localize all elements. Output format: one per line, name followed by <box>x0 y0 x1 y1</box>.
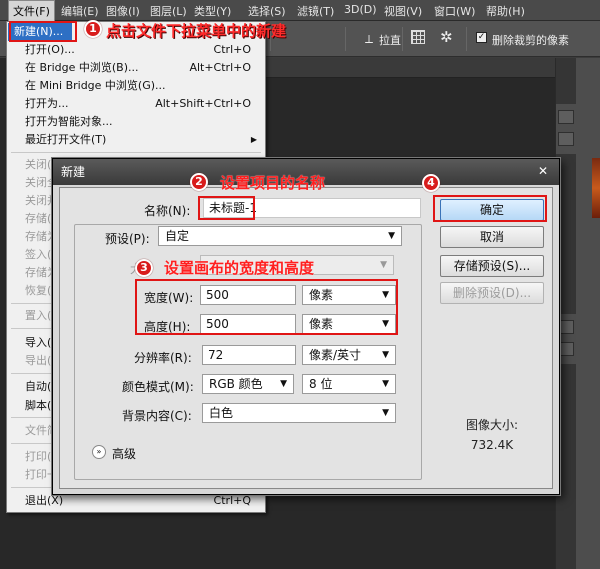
toolbar-divider <box>466 27 467 51</box>
panel-icon[interactable] <box>558 110 574 124</box>
delete-cropped-label: 删除裁剪的像素 <box>492 34 569 47</box>
background-contents-select[interactable]: 白色 ▼ <box>202 403 396 423</box>
preset-label: 预设(P): <box>105 232 150 246</box>
chevron-down-icon: ▼ <box>382 379 389 389</box>
panel-icon[interactable] <box>558 342 574 356</box>
menu-3d[interactable]: 3D(D) <box>344 3 377 16</box>
document-tab-strip <box>266 58 555 78</box>
name-label: 名称(N): <box>144 204 191 218</box>
menu-help[interactable]: 帮助(H) <box>486 3 525 19</box>
straighten-icon[interactable]: ⟂ <box>365 32 373 47</box>
chevron-down-icon: ▼ <box>382 350 389 360</box>
resolution-value: 72 <box>208 348 224 362</box>
chevron-down-icon: ▼ <box>280 379 287 389</box>
highlight-box-name-field <box>198 196 255 220</box>
submenu-arrow-icon: ▶ <box>250 135 257 144</box>
menu-item-open[interactable]: 打开(O)... Ctrl+O <box>7 41 265 59</box>
step-badge-1: 1 <box>84 20 102 38</box>
menu-item-browse-mini-bridge[interactable]: 在 Mini Bridge 中浏览(G)... <box>7 77 265 95</box>
menu-edit[interactable]: 编辑(E) <box>61 3 99 19</box>
resolution-label: 分辨率(R): <box>134 351 192 365</box>
resolution-unit-select[interactable]: 像素/英寸 ▼ <box>302 345 396 365</box>
step-callout-1: 点击文件下拉菜单中的新建 <box>106 22 287 40</box>
advanced-label[interactable]: 高级 <box>112 445 136 462</box>
menu-item-open-as[interactable]: 打开为... Alt+Shift+Ctrl+O <box>7 95 265 113</box>
panel-icon[interactable] <box>558 132 574 146</box>
menu-window[interactable]: 窗口(W) <box>434 3 475 19</box>
right-panel-dock <box>555 58 600 569</box>
menu-select[interactable]: 选择(S) <box>248 3 286 19</box>
highlight-box-new-menu <box>9 21 77 42</box>
toolbar-divider <box>345 27 346 51</box>
advanced-toggle-icon[interactable]: » <box>92 445 106 459</box>
menu-image[interactable]: 图像(I) <box>106 3 140 19</box>
step-callout-2: 设置项目的名称 <box>220 174 326 192</box>
menu-item-open-smart-object[interactable]: 打开为智能对象... <box>7 113 265 131</box>
menu-separator <box>11 152 261 153</box>
step-badge-3: 3 <box>135 259 153 277</box>
close-icon[interactable]: ✕ <box>533 162 553 180</box>
highlight-box-width-height <box>135 279 398 335</box>
menu-filter[interactable]: 滤镜(T) <box>297 3 334 19</box>
menu-item-browse-bridge[interactable]: 在 Bridge 中浏览(B)... Alt+Ctrl+O <box>7 59 265 77</box>
dialog-title: 新建 <box>61 165 86 179</box>
chevron-down-icon: ▼ <box>382 408 389 418</box>
straighten-button[interactable]: 拉直 <box>379 32 401 48</box>
save-preset-button[interactable]: 存储预设(S)... <box>440 255 544 277</box>
toolbar-divider <box>402 27 403 51</box>
preset-select[interactable]: 自定 ▼ <box>158 226 402 246</box>
color-mode-label: 颜色模式(M): <box>122 380 194 394</box>
overlay-grid-icon[interactable] <box>411 30 425 44</box>
gear-icon[interactable]: ✲ <box>440 28 453 46</box>
delete-cropped-checkbox[interactable]: ✓ <box>476 32 487 43</box>
color-mode-select[interactable]: RGB 颜色 ▼ <box>202 374 294 394</box>
step-badge-2: 2 <box>190 173 208 191</box>
preset-value: 自定 <box>165 229 190 243</box>
color-swatch[interactable] <box>592 158 600 218</box>
dialog-body: 名称(N): 未标题-1 预设(P): 自定 ▼ 大 ▼ 宽度(W): 500 … <box>59 187 553 489</box>
panel-icon[interactable] <box>558 320 574 334</box>
resolution-input[interactable]: 72 <box>202 345 296 365</box>
cancel-button[interactable]: 取消 <box>440 226 544 248</box>
chevron-down-icon: ▼ <box>388 231 395 241</box>
highlight-box-ok-button <box>433 195 547 222</box>
background-contents-value: 白色 <box>209 406 234 420</box>
menu-view[interactable]: 视图(V) <box>384 3 422 19</box>
menu-layer[interactable]: 图层(L) <box>150 3 187 19</box>
panel-collapse-strip <box>556 58 576 104</box>
chevron-down-icon: ▼ <box>380 260 387 270</box>
image-size-value: 732.4K <box>470 438 514 452</box>
background-contents-label: 背景内容(C): <box>122 409 192 423</box>
image-size-label: 图像大小: <box>465 418 519 432</box>
step-callout-3: 设置画布的宽度和高度 <box>164 259 315 277</box>
menu-type[interactable]: 类型(Y) <box>194 3 231 19</box>
step-badge-4: 4 <box>422 174 440 192</box>
bit-depth-select[interactable]: 8 位 ▼ <box>302 374 396 394</box>
menu-item-recent-files[interactable]: 最近打开文件(T) ▶ <box>7 131 265 149</box>
menu-bar: 文件(F) 编辑(E) 图像(I) 图层(L) 类型(Y) 选择(S) 滤镜(T… <box>0 0 600 21</box>
menu-file[interactable]: 文件(F) <box>8 0 55 21</box>
color-mode-value: RGB 颜色 <box>209 377 263 391</box>
bit-depth-value: 8 位 <box>309 377 333 391</box>
resolution-unit: 像素/英寸 <box>309 348 362 362</box>
delete-preset-button[interactable]: 删除预设(D)... <box>440 282 544 304</box>
